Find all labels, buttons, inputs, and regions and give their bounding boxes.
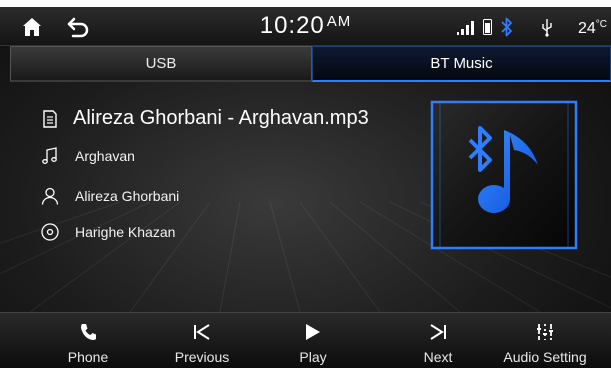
person-icon: [41, 187, 59, 205]
audio-setting-button[interactable]: Audio Setting: [503, 313, 587, 368]
equalizer-icon: [537, 324, 553, 340]
temperature-value: 24: [578, 20, 596, 37]
top-strip: [0, 0, 611, 7]
file-name: Alireza Ghorbani - Arghavan.mp3: [73, 107, 369, 129]
clock-time: 10:20: [259, 12, 325, 39]
album-row: Harighe Khazan: [40, 222, 175, 242]
phone-icon: [81, 324, 96, 340]
bluetooth-icon: [501, 17, 512, 37]
album-art: [430, 100, 578, 250]
album-name: Harighe Khazan: [75, 224, 176, 240]
play-icon: [306, 324, 320, 340]
car-media-screen: 10:20 AM 24°C USB BT Music Alireza Ghorb…: [0, 0, 611, 368]
tab-bt-music[interactable]: BT Music: [312, 46, 611, 82]
clock-ampm: AM: [326, 13, 352, 30]
next-icon: [430, 324, 446, 340]
previous-label: Previous: [174, 349, 230, 365]
disc-icon: [41, 223, 59, 241]
play-label: Play: [299, 349, 327, 365]
file-name-row: Alireza Ghorbani - Arghavan.mp3: [40, 107, 369, 130]
signal-icon: [457, 21, 474, 35]
temperature: 24°C: [578, 19, 607, 38]
next-label: Next: [423, 349, 453, 365]
phone-battery-icon: [483, 19, 492, 35]
title-row: Arghavan: [40, 146, 135, 166]
music-note-icon: [42, 147, 57, 164]
file-icon: [43, 109, 57, 128]
temperature-unit: °C: [595, 19, 608, 30]
previous-icon: [194, 324, 210, 340]
status-bar: 10:20 AM 24°C: [0, 7, 611, 46]
tab-usb[interactable]: USB: [10, 46, 312, 82]
previous-button[interactable]: Previous: [175, 313, 229, 368]
phone-button[interactable]: Phone: [66, 313, 110, 368]
next-button[interactable]: Next: [416, 313, 460, 368]
audio-setting-label: Audio Setting: [503, 349, 587, 365]
track-title: Arghavan: [75, 148, 135, 164]
artist-name: Alireza Ghorbani: [75, 188, 180, 204]
artist-row: Alireza Ghorbani: [40, 186, 179, 206]
bottom-control-bar: Phone Previous Play Next Audio Setting: [0, 312, 611, 368]
clock: 10:20 AM: [0, 12, 611, 40]
play-button[interactable]: Play: [291, 313, 335, 368]
source-tabs: USB BT Music: [0, 46, 611, 82]
phone-label: Phone: [67, 349, 109, 365]
usb-icon: [542, 19, 552, 37]
